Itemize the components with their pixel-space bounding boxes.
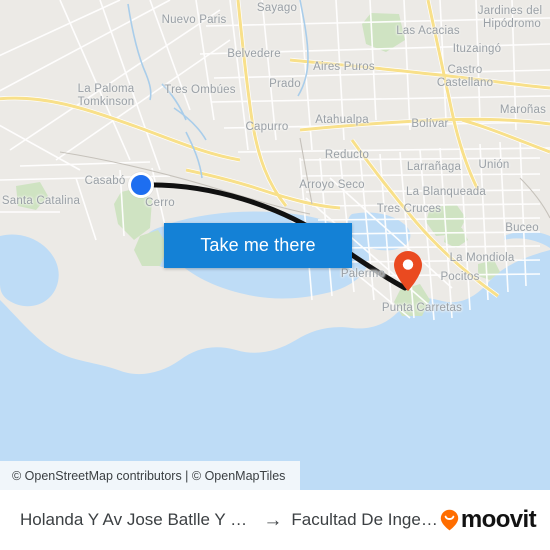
map-label: La Blanqueada	[406, 185, 486, 198]
map-label: Belvedere	[227, 47, 281, 60]
map-label: Unión	[478, 158, 510, 171]
take-me-there-button[interactable]: Take me there	[164, 223, 352, 268]
destination-pin[interactable]	[393, 250, 423, 297]
map-label: Buceo	[505, 221, 539, 234]
map-label: Hipódromo	[482, 17, 542, 30]
route-footer-bar: Holanda Y Av Jose Batlle Y Or… → Faculta…	[0, 490, 550, 550]
map-label: Tres Cruces	[376, 202, 442, 215]
take-me-there-label: Take me there	[200, 235, 316, 255]
map-label: Santa Catalina	[1, 194, 81, 207]
footer-destination-label: Facultad De Ingen…	[291, 510, 440, 529]
map-label: Maroñas	[499, 103, 547, 116]
moovit-route-map-screen: Nuevo Paris Sayago Las Acacias Jardines del…	[0, 0, 550, 550]
map-label: La Mondiola	[449, 251, 515, 264]
map-label: Las Acacias	[396, 24, 460, 37]
map-attribution[interactable]: © OpenStreetMap contributors | © OpenMap…	[0, 461, 300, 490]
map-label: Ituzaingó	[452, 42, 502, 55]
moovit-pin-icon	[440, 509, 459, 531]
map-label: Castellano	[436, 76, 494, 89]
map-label: Pocitos	[440, 270, 480, 283]
map-label: Cerro	[145, 196, 175, 209]
arrow-right-icon: →	[263, 509, 283, 531]
map-label: Atahualpa	[315, 113, 369, 126]
map-label: Castro	[447, 63, 483, 76]
moovit-wordmark: moovit	[460, 506, 537, 533]
map-label: Bolívar	[411, 117, 449, 130]
map-label: Capurro	[245, 120, 289, 133]
map-label: Tomkinson	[77, 95, 135, 108]
map-label: Tres Ombúes	[164, 83, 236, 96]
map-label: Sayago	[256, 1, 298, 14]
map-label: Reducto	[324, 148, 370, 161]
map-canvas[interactable]: Nuevo Paris Sayago Las Acacias Jardines del…	[0, 0, 550, 490]
map-label: La Paloma	[77, 82, 135, 95]
map-label: Jardines del	[477, 4, 543, 17]
map-label: Punta Carretas	[381, 301, 463, 314]
footer-origin-label: Holanda Y Av Jose Batlle Y Or…	[20, 510, 255, 529]
moovit-logo[interactable]: moovit	[440, 506, 537, 533]
map-label: Larrañaga	[406, 160, 462, 173]
map-attribution-text: © OpenStreetMap contributors | © OpenMap…	[12, 468, 286, 483]
map-label: Palermo	[340, 267, 386, 280]
map-label: Nuevo Paris	[161, 13, 227, 26]
map-label: Casabó	[84, 174, 126, 187]
map-label: Arroyo Seco	[299, 178, 365, 191]
origin-location-dot[interactable]	[128, 172, 154, 198]
map-label: Aires Puros	[313, 60, 375, 73]
map-label: Prado	[269, 77, 301, 90]
